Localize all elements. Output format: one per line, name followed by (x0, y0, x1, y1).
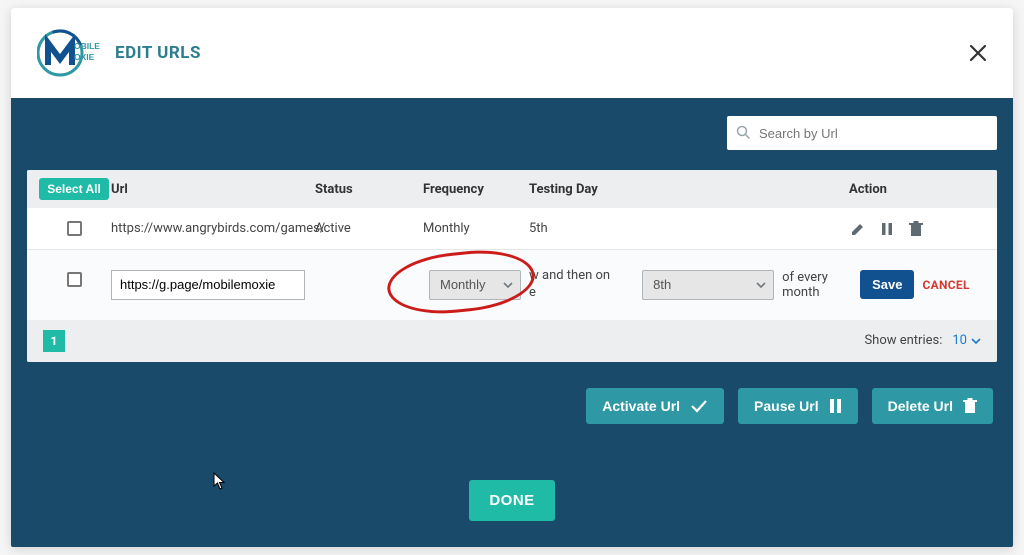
cancel-button[interactable]: CANCEL (922, 278, 969, 292)
save-button[interactable]: Save (860, 270, 914, 299)
logo-top-text: OBILE (74, 41, 100, 51)
pause-url-button[interactable]: Pause Url (738, 388, 858, 424)
entries-label: Show entries: (864, 333, 942, 348)
trash-icon[interactable] (907, 220, 924, 237)
col-header-frequency: Frequency (423, 182, 529, 197)
brand-logo: OBILE OXIE (37, 29, 103, 77)
activate-url-button[interactable]: Activate Url (586, 388, 724, 424)
col-header-url: Url (111, 182, 315, 197)
table-header-row: Select All Url Status Frequency Testing … (27, 170, 997, 208)
col-header-status: Status (315, 182, 423, 197)
table-row-editing: Monthly w and then on e 8th (27, 250, 997, 320)
close-icon[interactable] (969, 40, 987, 66)
col-header-action: Action (849, 182, 997, 197)
pause-icon[interactable] (878, 220, 895, 237)
pager-row: 1 Show entries: 10 (27, 320, 997, 362)
row-testing-day: 5th (529, 221, 849, 236)
bulk-actions: Activate Url Pause Url Delete Url (27, 388, 997, 424)
edit-mid-text-b: e (529, 285, 610, 302)
row-url: https://www.angrybirds.com/games/ (111, 221, 315, 236)
modal-title: EDIT URLS (115, 43, 201, 63)
day-select[interactable]: 8th (642, 270, 774, 300)
done-button[interactable]: DONE (469, 480, 554, 521)
pause-icon (829, 399, 842, 413)
url-input[interactable] (111, 270, 305, 300)
chevron-down-icon (971, 336, 981, 346)
row-checkbox[interactable] (67, 221, 82, 236)
select-all-button[interactable]: Select All (39, 178, 109, 200)
entries-select[interactable]: 10 (952, 333, 981, 348)
edit-mid-text: w and then on (529, 268, 610, 285)
col-header-testing-day: Testing Day (529, 182, 849, 197)
brand: OBILE OXIE EDIT URLS (37, 29, 201, 77)
search-input[interactable] (727, 116, 997, 150)
edit-icon[interactable] (849, 220, 866, 237)
row-status: Active (315, 221, 423, 236)
edit-urls-modal: OBILE OXIE EDIT URLS Select All Url (11, 8, 1013, 547)
frequency-select[interactable]: Monthly (429, 270, 521, 300)
trash-icon (963, 398, 977, 414)
urls-table: Select All Url Status Frequency Testing … (27, 170, 997, 362)
row-checkbox[interactable] (67, 272, 82, 287)
modal-header: OBILE OXIE EDIT URLS (11, 8, 1013, 98)
table-row: https://www.angrybirds.com/games/ Active… (27, 208, 997, 250)
check-icon (690, 399, 708, 413)
page-number[interactable]: 1 (43, 330, 65, 352)
search-icon (736, 125, 751, 144)
edit-suffix-text: of every month (782, 270, 852, 300)
logo-bottom-text: OXIE (74, 52, 95, 62)
delete-url-button[interactable]: Delete Url (872, 388, 993, 424)
modal-body: Select All Url Status Frequency Testing … (11, 98, 1013, 547)
row-frequency: Monthly (423, 221, 529, 236)
